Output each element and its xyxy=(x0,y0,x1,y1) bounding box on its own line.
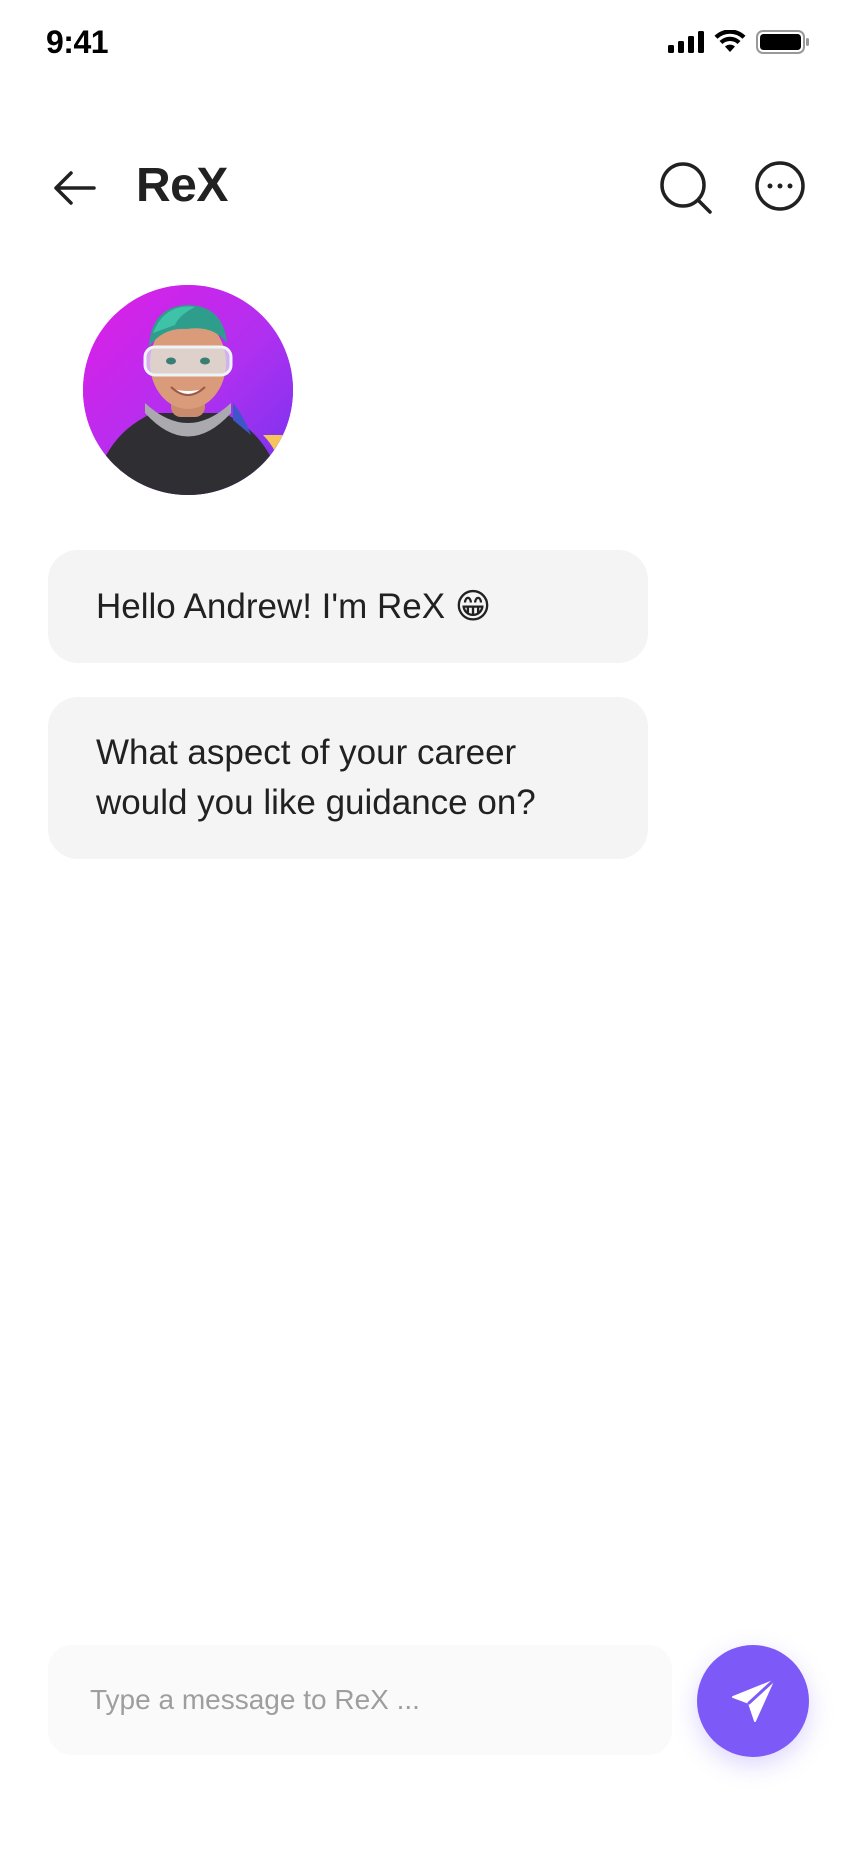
more-options-button[interactable] xyxy=(754,160,806,212)
bot-avatar xyxy=(83,285,293,495)
status-time: 9:41 xyxy=(46,24,109,60)
message-bubble: What aspect of your career would you lik… xyxy=(48,697,648,859)
search-button[interactable] xyxy=(658,160,714,216)
signal-icon xyxy=(668,31,704,53)
message-input[interactable] xyxy=(88,1683,632,1717)
send-icon xyxy=(732,1679,775,1722)
send-button[interactable] xyxy=(697,1645,809,1757)
search-icon xyxy=(660,162,712,214)
message-text: What aspect of your career would you lik… xyxy=(96,733,536,822)
battery-icon xyxy=(756,30,809,54)
message-bubble: Hello Andrew! I'm ReX 😁 xyxy=(48,550,648,663)
chat-screen: 9:41 ReX Hello Andrew! I'm ReX 😁 What as… xyxy=(0,0,856,1852)
message-input-container xyxy=(48,1645,672,1755)
status-bar: 9:41 xyxy=(0,0,856,90)
bot-avatar-image xyxy=(83,285,293,495)
app-header: ReX xyxy=(0,140,856,230)
back-button[interactable] xyxy=(50,164,98,212)
status-icons xyxy=(668,30,810,54)
arrow-left-icon xyxy=(54,171,96,205)
page-title: ReX xyxy=(136,159,228,212)
wifi-icon xyxy=(714,30,746,52)
message-text: Hello Andrew! I'm ReX 😁 xyxy=(96,586,492,626)
more-horizontal-circle-icon xyxy=(755,161,805,211)
